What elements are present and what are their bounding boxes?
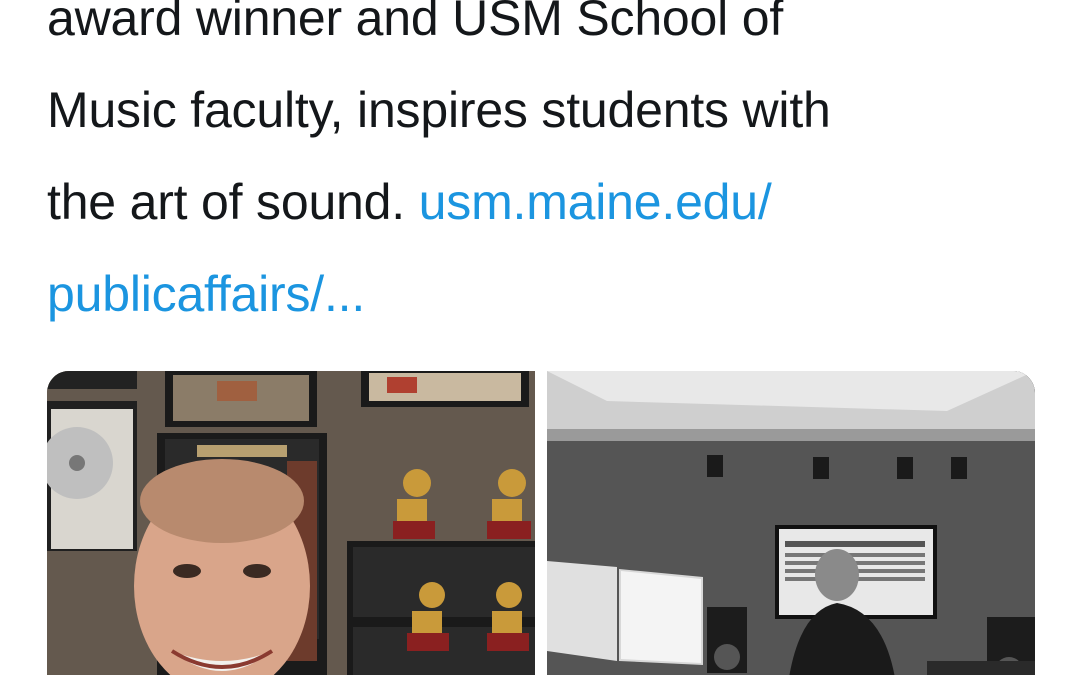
tweet-text-line-4: publicaffairs/... bbox=[47, 248, 1047, 340]
tweet-text-line-2: Music faculty, inspires students with bbox=[47, 82, 831, 138]
tweet-text-line-1: award winner and USM School of bbox=[47, 0, 784, 46]
tweet-link-part-2[interactable]: publicaffairs/... bbox=[47, 266, 365, 322]
tweet-media-photo-2[interactable] bbox=[547, 371, 1035, 675]
tweet-text: award winner and USM School of Music fac… bbox=[47, 0, 1047, 340]
tweet: award winner and USM School of Music fac… bbox=[0, 0, 1080, 675]
photo-grammy-icon bbox=[47, 371, 535, 675]
tweet-link-part-1[interactable]: usm.maine.edu/ bbox=[419, 174, 772, 230]
photo-studio-icon bbox=[547, 371, 1035, 675]
tweet-media-photo-1[interactable] bbox=[47, 371, 535, 675]
tweet-text-line-3-text: the art of sound. bbox=[47, 174, 419, 230]
tweet-text-line-3: the art of sound. usm.maine.edu/ bbox=[47, 156, 1047, 248]
